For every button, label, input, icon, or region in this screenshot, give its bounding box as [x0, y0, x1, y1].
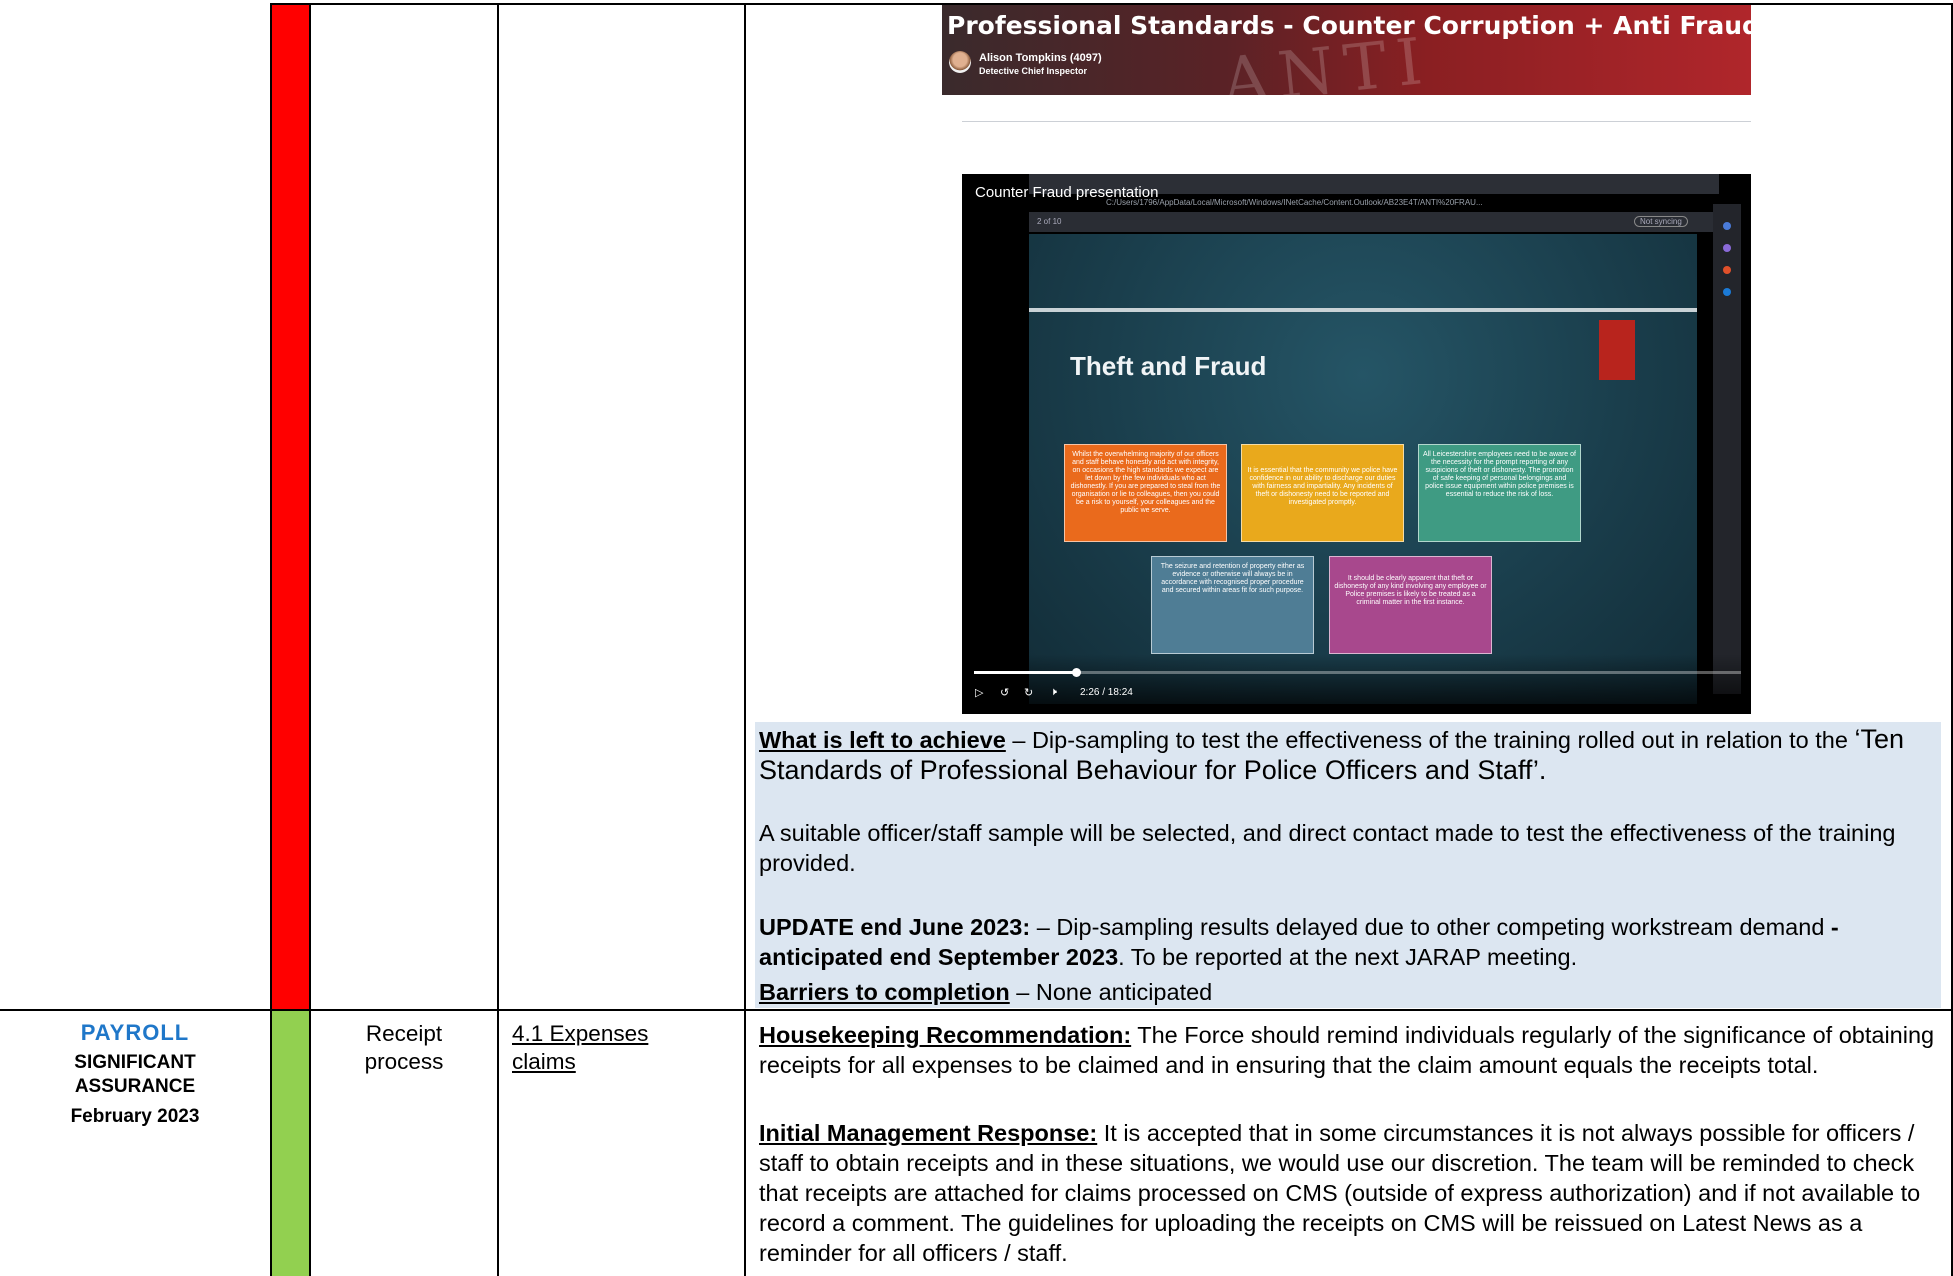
office-icon	[1723, 266, 1731, 274]
update-text: – Dip-sampling results delayed due to ot…	[1030, 914, 1831, 940]
audit-category-cell: PAYROLL SIGNIFICANT ASSURANCE February 2…	[0, 1019, 270, 1129]
left-to-achieve-paragraph: What is left to achieve – Dip-sampling t…	[759, 724, 1939, 786]
outlook-icon	[1723, 288, 1731, 296]
presentation-slide: Theft and Fraud Whilst the overwhelming …	[1029, 234, 1697, 704]
audit-date: February 2023	[70, 1106, 200, 1127]
pdf-file-path: C:/Users/1796/AppData/Local/Microsoft/Wi…	[1106, 198, 1483, 207]
sync-status: Not syncing	[1634, 216, 1688, 227]
update-tail: . To be reported at the next JARAP meeti…	[1118, 944, 1578, 970]
presenter-avatar	[949, 51, 971, 73]
volume-icon[interactable]: 🕨	[1050, 686, 1057, 699]
management-response-paragraph: Initial Management Response: It is accep…	[759, 1118, 1944, 1268]
table-col-divider	[309, 3, 311, 1276]
reference-cell[interactable]: 4.1 Expenses claims	[512, 1020, 742, 1076]
barriers-paragraph: Barriers to completion – None anticipate…	[759, 977, 1939, 1007]
management-response-label: Initial Management Response:	[759, 1120, 1098, 1146]
slide-accent	[1599, 320, 1635, 380]
video-time: 2:26 / 18:24	[1080, 687, 1133, 698]
video-progress-fill	[974, 671, 1076, 674]
presentation-banner: ANTI Professional Standards - Counter Co…	[942, 5, 1751, 95]
video-controls	[962, 654, 1751, 714]
browser-sidebar	[1713, 204, 1741, 694]
table-col-divider	[497, 3, 499, 1276]
slide-box-orange: Whilst the overwhelming majority of our …	[1064, 444, 1227, 542]
barriers-label: Barriers to completion	[759, 979, 1010, 1005]
forward-10-icon[interactable]: ↻	[1024, 686, 1033, 699]
presenter-role: Detective Chief Inspector	[979, 66, 1088, 76]
slide-title: Theft and Fraud	[1070, 351, 1267, 381]
left-to-achieve-text: – Dip-sampling to test the effectiveness…	[1005, 727, 1855, 753]
video-progress-bar[interactable]	[974, 668, 1741, 677]
housekeeping-paragraph: Housekeeping Recommendation: The Force s…	[759, 1020, 1944, 1080]
search-icon	[1723, 222, 1731, 230]
update-paragraph: UPDATE end June 2023: – Dip-sampling res…	[759, 912, 1939, 972]
video-title: Counter Fraud presentation	[975, 184, 1159, 201]
banner-title: Professional Standards - Counter Corrupt…	[947, 11, 1751, 40]
slide-box-blue: The seizure and retention of property ei…	[1151, 556, 1314, 654]
assurance-line-1: SIGNIFICANT	[74, 1052, 196, 1073]
area-cell: Receipt process	[311, 1020, 497, 1076]
area-line-2: process	[364, 1049, 444, 1074]
housekeeping-label: Housekeeping Recommendation:	[759, 1022, 1132, 1048]
slide-box-yellow: It is essential that the community we po…	[1241, 444, 1404, 542]
video-player[interactable]: C:/Users/1796/AppData/Local/Microsoft/Wi…	[962, 174, 1751, 714]
play-icon[interactable]: ▷	[975, 686, 983, 699]
presenter-name: Alison Tompkins (4097)	[979, 52, 1102, 64]
rag-status-red	[272, 5, 309, 1009]
barriers-text: – None anticipated	[1009, 979, 1213, 1005]
pdf-toolbar: 2 of 10 Not syncing	[1029, 212, 1719, 232]
rag-status-green	[272, 1011, 309, 1276]
table-col-divider	[744, 3, 746, 1276]
area-line-1: Receipt	[365, 1021, 443, 1046]
reference-line-2[interactable]: claims	[512, 1048, 742, 1076]
extension-icon	[1723, 244, 1731, 252]
divider	[962, 121, 1751, 122]
table-col-divider	[270, 3, 272, 1276]
rewind-10-icon[interactable]: ↺	[1000, 686, 1009, 699]
update-label: UPDATE end June 2023:	[759, 914, 1031, 940]
slide-stripe	[1029, 308, 1697, 312]
reference-line-1[interactable]: 4.1 Expenses	[512, 1020, 742, 1048]
audit-category: PAYROLL	[80, 1020, 190, 1045]
sample-paragraph: A suitable officer/staff sample will be …	[759, 820, 1896, 876]
slide-box-teal: All Leicestershire employees need to be …	[1418, 444, 1581, 542]
slide-box-purple: It should be clearly apparent that theft…	[1329, 556, 1492, 654]
page-indicator: 2 of 10	[1037, 217, 1062, 226]
table-row-divider	[0, 1009, 1953, 1011]
assurance-line-2: ASSURANCE	[74, 1076, 196, 1097]
left-to-achieve-label: What is left to achieve	[759, 727, 1006, 753]
video-progress-handle[interactable]	[1072, 668, 1081, 677]
